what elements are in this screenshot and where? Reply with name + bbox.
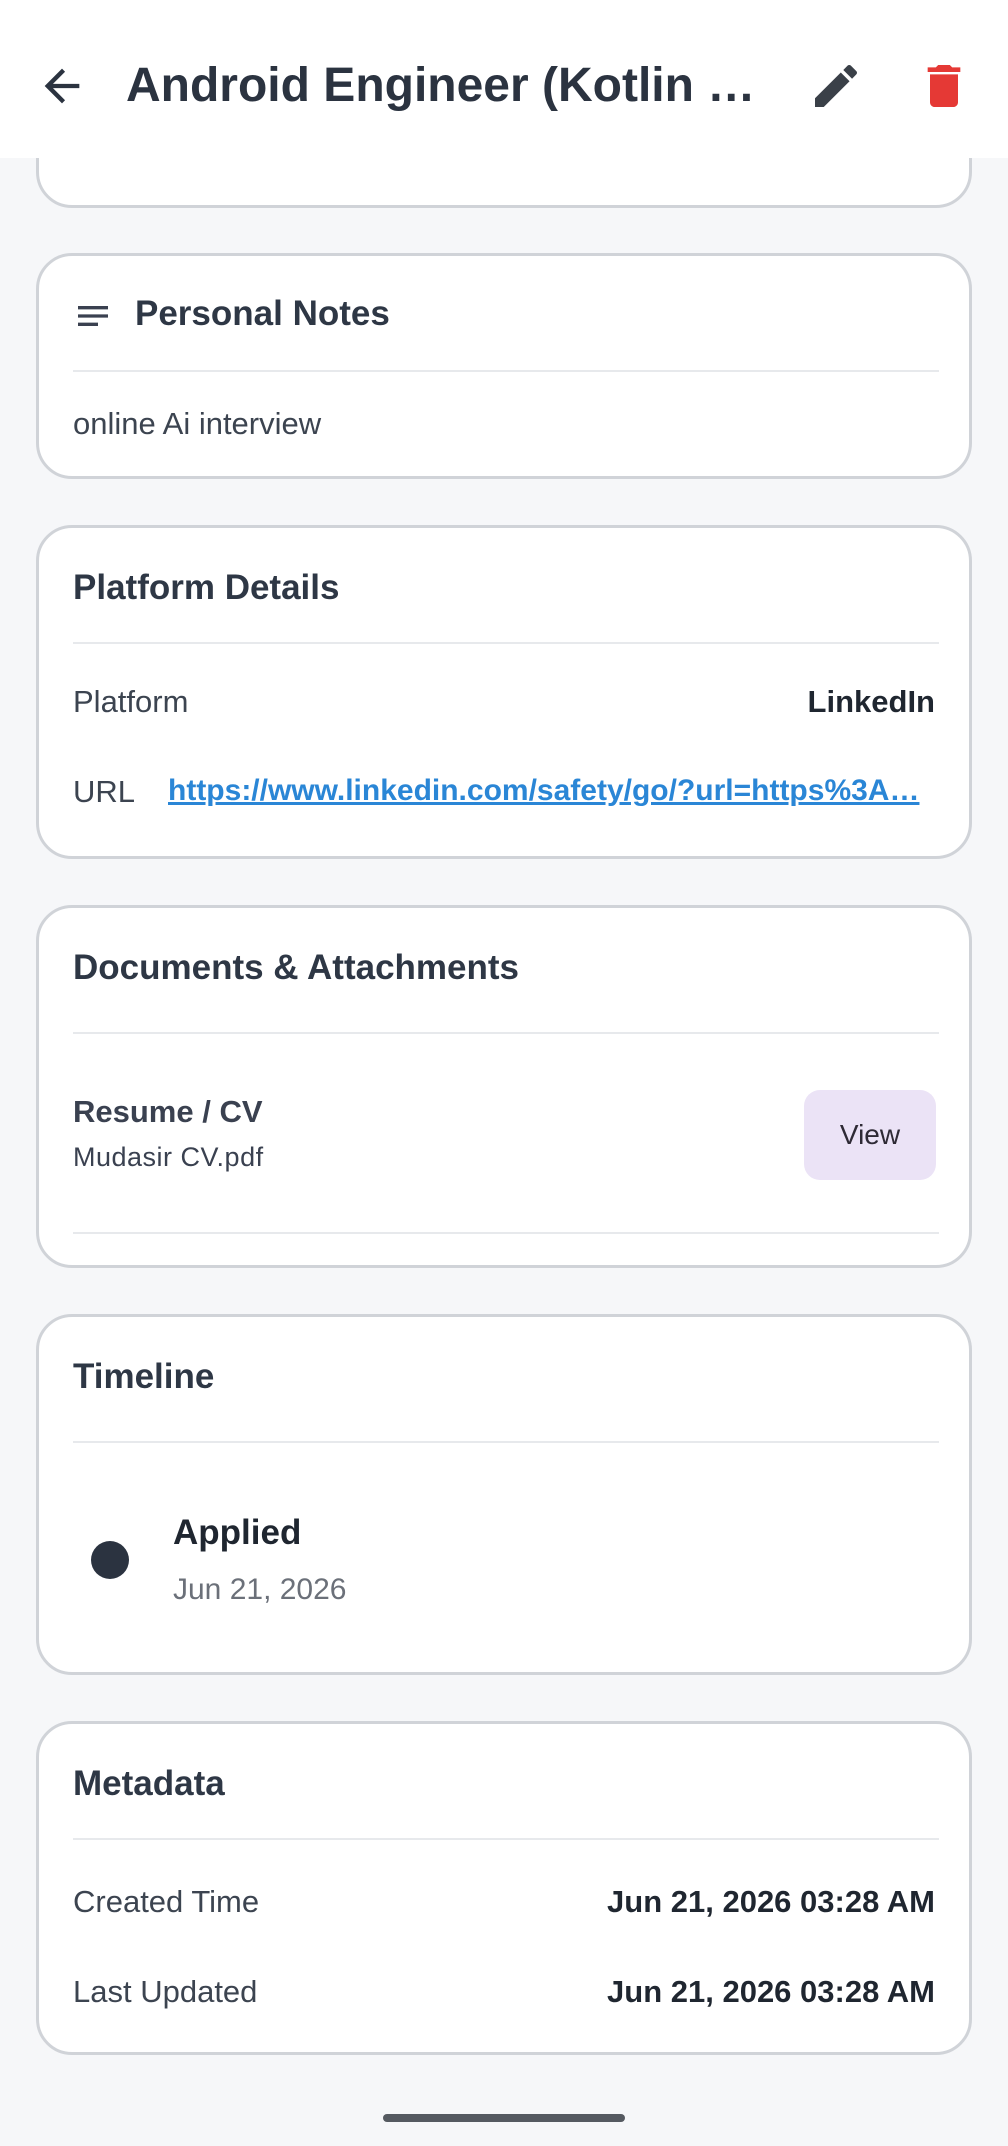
document-filename: Mudasir CV.pdf — [73, 1142, 264, 1172]
timeline-status: Applied — [173, 1513, 302, 1552]
divider — [73, 370, 939, 372]
timeline-dot-icon — [91, 1541, 129, 1579]
divider — [73, 1032, 939, 1034]
arrow-back-icon[interactable] — [36, 60, 88, 112]
documents-card: Documents & Attachments Resume / CV Muda… — [36, 905, 972, 1268]
document-title: Resume / CV — [73, 1094, 263, 1129]
trash-icon[interactable] — [916, 58, 972, 114]
last-updated-value: Jun 21, 2026 03:28 AM — [607, 1974, 935, 2009]
view-button-label: View — [839, 1119, 901, 1150]
pencil-icon[interactable] — [808, 58, 864, 114]
timeline-card: Timeline Applied Jun 21, 2026 — [36, 1314, 972, 1675]
divider — [73, 642, 939, 644]
platform-label: Platform — [73, 684, 189, 719]
divider — [73, 1232, 939, 1234]
created-time-value: Jun 21, 2026 03:28 AM — [607, 1884, 935, 1919]
view-button[interactable]: View — [804, 1090, 936, 1180]
page-title: Android Engineer (Kotlin an… — [126, 59, 776, 112]
created-time-label: Created Time — [73, 1884, 260, 1919]
url-link[interactable]: https://www.linkedin.com/safety/go/?url=… — [168, 774, 928, 808]
app-bar: Android Engineer (Kotlin an… — [0, 0, 1008, 158]
metadata-card: Metadata Created Time Jun 21, 2026 03:28… — [36, 1721, 972, 2055]
documents-title: Documents & Attachments — [73, 948, 519, 987]
personal-notes-card: Personal Notes online Ai interview — [36, 253, 972, 479]
url-label: URL — [73, 774, 136, 809]
metadata-title: Metadata — [73, 1764, 225, 1803]
personal-notes-title: Personal Notes — [135, 294, 390, 333]
timeline-date: Jun 21, 2026 — [173, 1573, 347, 1606]
divider — [73, 1838, 939, 1840]
platform-value: LinkedIn — [807, 684, 935, 719]
home-indicator[interactable] — [383, 2114, 625, 2122]
notes-icon — [73, 296, 113, 336]
last-updated-label: Last Updated — [73, 1974, 258, 2009]
platform-details-card: Platform Details Platform LinkedIn URL h… — [36, 525, 972, 859]
platform-details-title: Platform Details — [73, 568, 340, 607]
personal-notes-text: online Ai interview — [73, 406, 322, 441]
divider — [73, 1441, 939, 1443]
timeline-title: Timeline — [73, 1357, 215, 1396]
